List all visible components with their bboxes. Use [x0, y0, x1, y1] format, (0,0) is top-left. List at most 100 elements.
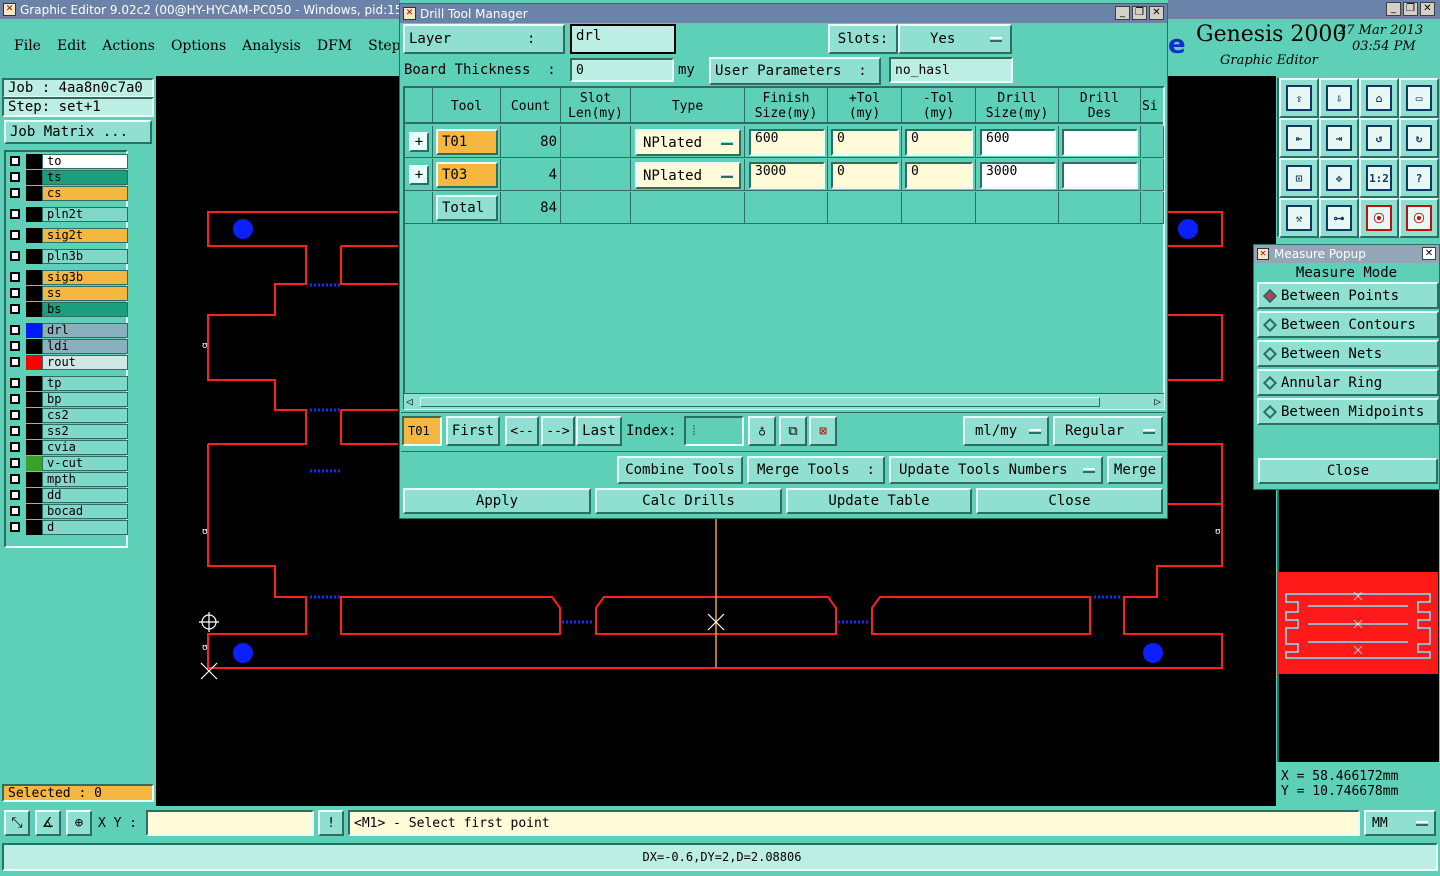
layer-name[interactable]: ss	[42, 286, 128, 301]
layer-input[interactable]: drl	[570, 24, 676, 54]
snap-tool-icon[interactable]: ⊕	[66, 810, 92, 836]
column-header-4[interactable]: Finish Size(my)	[745, 88, 828, 124]
column-header-3[interactable]: Type	[631, 88, 745, 124]
tool-button[interactable]: T03	[436, 162, 498, 188]
layer-checkbox[interactable]	[10, 304, 20, 314]
user-params-input[interactable]: no_hasl	[889, 57, 1013, 83]
column-header-8[interactable]: Drill Des	[1059, 88, 1141, 124]
units-select[interactable]: ml/my	[963, 416, 1049, 446]
layer-checkbox[interactable]	[10, 522, 20, 532]
menu-dfm[interactable]: DFM	[317, 38, 352, 54]
job-matrix-button[interactable]: Job Matrix ...	[4, 120, 152, 144]
measure-close-button[interactable]: Close	[1258, 458, 1438, 484]
plus-tol-input[interactable]: 0	[831, 129, 899, 156]
drill-size-input[interactable]: 600	[980, 129, 1056, 156]
layer-checkbox[interactable]	[10, 188, 20, 198]
layer-row-pln3b[interactable]: pln3b	[6, 249, 128, 264]
layer-color-box[interactable]	[26, 472, 42, 487]
units-dropdown[interactable]: MM	[1364, 810, 1436, 836]
layer-name[interactable]: rout	[42, 355, 128, 370]
window-icon[interactable]: ▭	[1399, 78, 1439, 118]
netlist-icon[interactable]: ⊶	[1319, 198, 1359, 238]
layer-row-cs2[interactable]: cs2	[6, 408, 128, 423]
dialog-maximize-icon[interactable]: ❐	[1132, 6, 1147, 20]
close-icon[interactable]: ✕	[1420, 2, 1435, 16]
layer-color-box[interactable]	[26, 270, 42, 285]
layer-row-drl[interactable]: drl	[6, 323, 128, 338]
dialog-minimize-icon[interactable]: _	[1115, 6, 1130, 20]
layer-row-dd[interactable]: dd	[6, 488, 128, 503]
minus-tol-input[interactable]: 0	[905, 162, 973, 189]
select-tool-icon[interactable]: ⤡	[4, 810, 30, 836]
type-dropdown[interactable]: NPlated	[635, 129, 741, 156]
finish-size-input[interactable]: 600	[749, 129, 825, 156]
thumbnail-view[interactable]	[1278, 572, 1438, 674]
expand-row-icon[interactable]: +	[409, 132, 429, 152]
layer-checkbox[interactable]	[10, 426, 20, 436]
column-header-1[interactable]: Count	[501, 88, 561, 124]
type-dropdown[interactable]: NPlated	[635, 162, 741, 189]
minus-tol-input[interactable]: 0	[905, 129, 973, 156]
layer-checkbox[interactable]	[10, 442, 20, 452]
layer-color-box[interactable]	[26, 456, 42, 471]
layer-name[interactable]: ss2	[42, 424, 128, 439]
layer-checkbox[interactable]	[10, 474, 20, 484]
layer-row-to[interactable]: to	[6, 154, 128, 169]
layer-checkbox[interactable]	[10, 230, 20, 240]
mode-select[interactable]: Regular	[1053, 416, 1163, 446]
layer-checkbox[interactable]	[10, 378, 20, 388]
layer-row-rout[interactable]: rout	[6, 355, 128, 370]
measure-option-between-nets[interactable]: Between Nets	[1257, 340, 1439, 367]
scroll-right-icon[interactable]: ▷	[1154, 395, 1161, 408]
help-icon[interactable]: ?	[1399, 158, 1439, 198]
layer-row-sig3b[interactable]: sig3b	[6, 270, 128, 285]
dialog-close-icon[interactable]: ✕	[1149, 6, 1164, 20]
layer-row-bs[interactable]: bs	[6, 302, 128, 317]
layer-name[interactable]: cvia	[42, 440, 128, 455]
layer-color-box[interactable]	[26, 286, 42, 301]
layer-row-tp[interactable]: tp	[6, 376, 128, 391]
layer-checkbox[interactable]	[10, 458, 20, 468]
last-button[interactable]: Last	[576, 416, 622, 446]
layer-row-sig2t[interactable]: sig2t	[6, 228, 128, 243]
drill-size-input[interactable]: 3000	[980, 162, 1056, 189]
column-header-5[interactable]: +Tol (my)	[828, 88, 902, 124]
layer-row-ss2[interactable]: ss2	[6, 424, 128, 439]
layer-row-bocad[interactable]: bocad	[6, 504, 128, 519]
column-header-2[interactable]: Slot Len(my)	[561, 88, 631, 124]
menu-actions[interactable]: Actions	[102, 38, 155, 54]
layer-color-box[interactable]	[26, 424, 42, 439]
scale-1-2-icon[interactable]: 1:2	[1359, 158, 1399, 198]
layer-name[interactable]: v-cut	[42, 456, 128, 471]
layer-row-d[interactable]: d	[6, 520, 128, 535]
layer-color-box[interactable]	[26, 392, 42, 407]
dialog-close-button[interactable]: Close	[976, 488, 1163, 514]
layer-row-cs[interactable]: cs	[6, 186, 128, 201]
delete-icon[interactable]: ⊠	[809, 416, 837, 446]
layer-checkbox[interactable]	[10, 394, 20, 404]
layer-checkbox[interactable]	[10, 506, 20, 516]
prev-button[interactable]: <--	[505, 416, 539, 446]
layer-name[interactable]: bp	[42, 392, 128, 407]
measure-close-icon[interactable]: ✕	[1422, 247, 1436, 260]
layer-color-box[interactable]	[26, 186, 42, 201]
layer-checkbox[interactable]	[10, 341, 20, 351]
update-table-button[interactable]: Update Table	[786, 488, 972, 514]
next-button[interactable]: -->	[541, 416, 575, 446]
layer-checkbox[interactable]	[10, 209, 20, 219]
column-header-9[interactable]: Si	[1142, 88, 1164, 124]
layer-color-box[interactable]	[26, 249, 42, 264]
layer-name[interactable]: bocad	[42, 504, 128, 519]
layer-row-ts[interactable]: ts	[6, 170, 128, 185]
finish-size-input[interactable]: 3000	[749, 162, 825, 189]
layer-checkbox[interactable]	[10, 251, 20, 261]
layer-checkbox[interactable]	[10, 272, 20, 282]
info-icon[interactable]: !	[318, 810, 344, 836]
layer-color-box[interactable]	[26, 154, 42, 169]
layer-color-box[interactable]	[26, 302, 42, 317]
layer-color-box[interactable]	[26, 520, 42, 535]
zoom-fit-icon[interactable]: ⊡	[1279, 158, 1319, 198]
layer-checkbox[interactable]	[10, 490, 20, 500]
thickness-input[interactable]: 0	[570, 58, 674, 82]
layer-name[interactable]: tp	[42, 376, 128, 391]
